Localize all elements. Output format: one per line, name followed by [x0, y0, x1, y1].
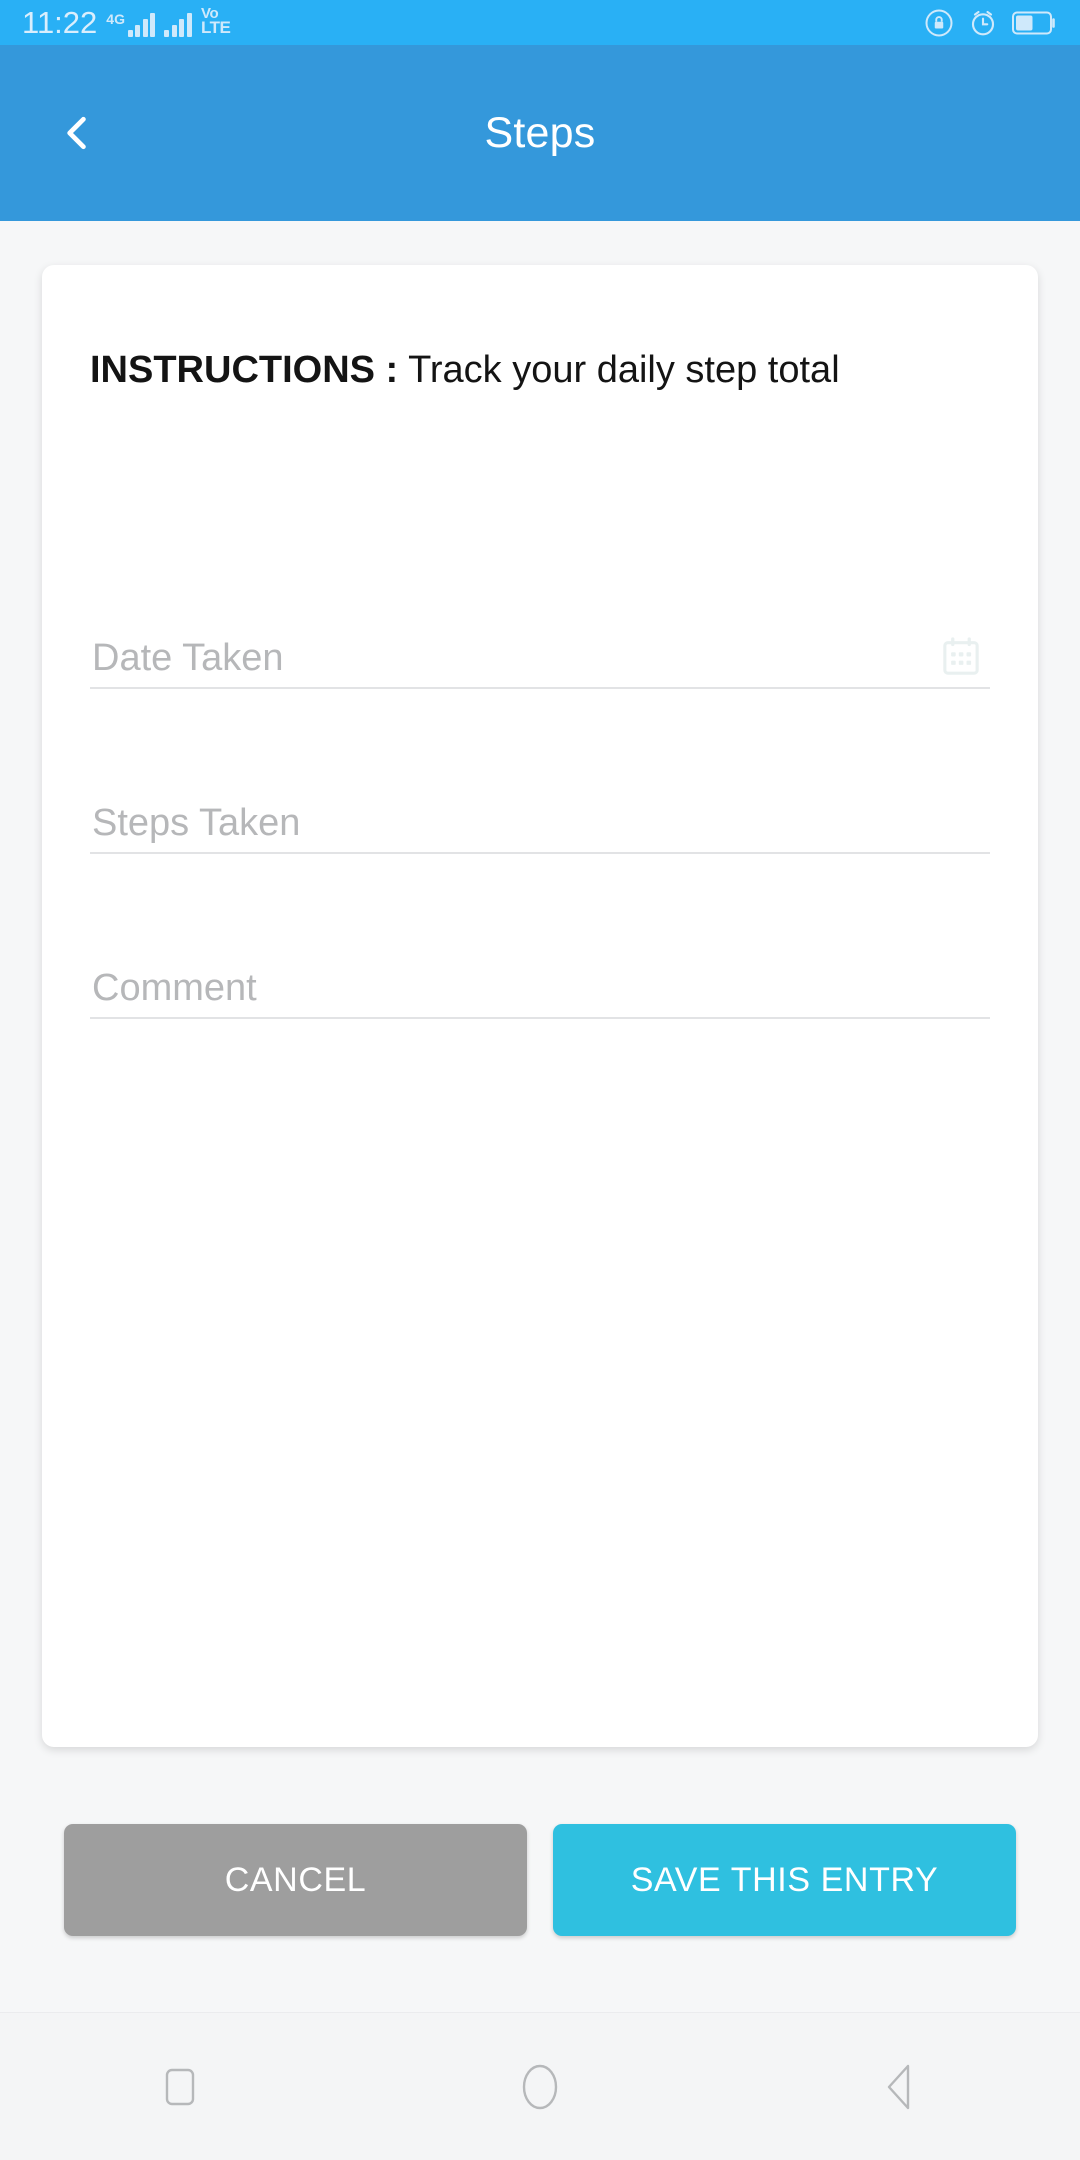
recents-button[interactable]	[0, 2061, 360, 2113]
status-time: 11:22	[22, 5, 98, 40]
signal-bars-icon	[127, 12, 156, 37]
android-navigation-bar	[0, 2012, 1080, 2160]
signal-group-2	[164, 12, 192, 37]
phone-screen: 11:22 4G Vo LTE Steps INSTRUCTIONS: Tra…	[0, 0, 1080, 2160]
comment-field[interactable]: Comment	[90, 957, 990, 1019]
comment-placeholder: Comment	[92, 967, 257, 1009]
status-bar: 11:22 4G Vo LTE	[0, 0, 1080, 45]
rotation-lock-icon	[925, 9, 953, 36]
back-button[interactable]	[720, 2059, 1080, 2115]
status-bar-right	[924, 8, 1058, 38]
save-entry-button[interactable]: SAVE THIS ENTRY	[553, 1824, 1016, 1936]
network-type-label: 4G	[106, 10, 125, 27]
entry-form-card: INSTRUCTIONS : Track your daily step tot…	[42, 265, 1038, 1747]
home-button[interactable]	[360, 2058, 720, 2116]
instructions-text: INSTRUCTIONS : Track your daily step tot…	[90, 345, 908, 395]
action-button-row: CANCEL SAVE THIS ENTRY	[0, 1824, 1080, 1936]
circle-icon	[522, 2064, 558, 2109]
calendar-icon[interactable]	[938, 635, 984, 679]
cancel-button[interactable]: CANCEL	[64, 1824, 527, 1936]
instructions-label: INSTRUCTIONS :	[90, 349, 399, 391]
volte-bottom-label: LTE	[200, 17, 231, 37]
triangle-left-icon	[887, 2064, 910, 2109]
steps-taken-placeholder: Steps Taken	[92, 802, 301, 844]
signal-group-1: 4G	[106, 10, 156, 37]
alarm-icon	[971, 10, 995, 35]
signal-bars-2-icon	[164, 12, 192, 37]
square-icon	[165, 2068, 195, 2105]
instructions-body: Track your daily step total	[398, 349, 840, 391]
app-bar: Steps	[0, 45, 1080, 221]
page-title: Steps	[484, 108, 596, 157]
status-bar-left: 11:22 4G Vo LTE	[22, 5, 231, 40]
battery-icon	[1012, 11, 1055, 34]
volte-icon: Vo LTE	[200, 6, 231, 37]
steps-taken-field[interactable]: Steps Taken	[90, 792, 990, 854]
date-taken-field[interactable]: Date Taken	[90, 627, 990, 689]
date-taken-placeholder: Date Taken	[92, 637, 284, 679]
